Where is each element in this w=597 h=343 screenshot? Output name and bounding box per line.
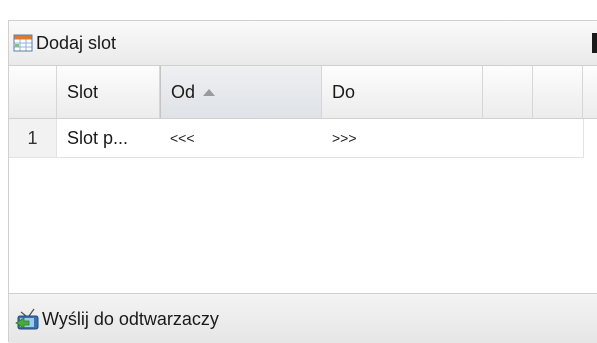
slots-panel: Dodaj slot Slot Od Do 1 Slot p... <<< >>… [8, 20, 597, 343]
cell-do: >>> [332, 130, 357, 146]
header-extra-1[interactable] [483, 66, 533, 118]
cell-od: <<< [170, 130, 195, 146]
header-slot[interactable]: Slot [57, 66, 160, 118]
header-od[interactable]: Od [160, 66, 322, 118]
add-slot-label: Dodaj slot [36, 33, 117, 53]
toolbar-overflow-edge [592, 33, 597, 53]
send-to-players-icon [15, 306, 41, 332]
toolbar: Dodaj slot [9, 21, 597, 66]
header-slot-label: Slot [67, 81, 99, 102]
add-slot-button[interactable]: Dodaj slot [13, 29, 116, 57]
cell-slot: Slot p... [67, 127, 129, 148]
footer-toolbar: Wyślij do odtwarzaczy [9, 293, 597, 343]
header-od-label: Od [171, 81, 196, 102]
grid-header: Slot Od Do [9, 66, 597, 119]
header-rownumber [9, 66, 57, 118]
sort-ascending-icon [203, 88, 216, 96]
header-do-label: Do [332, 81, 356, 102]
header-extra-2[interactable] [533, 66, 583, 118]
header-do[interactable]: Do [322, 66, 483, 118]
grid-add-icon [13, 33, 33, 53]
send-to-players-label: Wyślij do odtwarzaczy [42, 308, 219, 329]
row-number: 1 [9, 119, 57, 157]
send-to-players-button[interactable]: Wyślij do odtwarzaczy [15, 304, 219, 334]
table-row[interactable]: 1 Slot p... <<< >>> [9, 119, 584, 158]
